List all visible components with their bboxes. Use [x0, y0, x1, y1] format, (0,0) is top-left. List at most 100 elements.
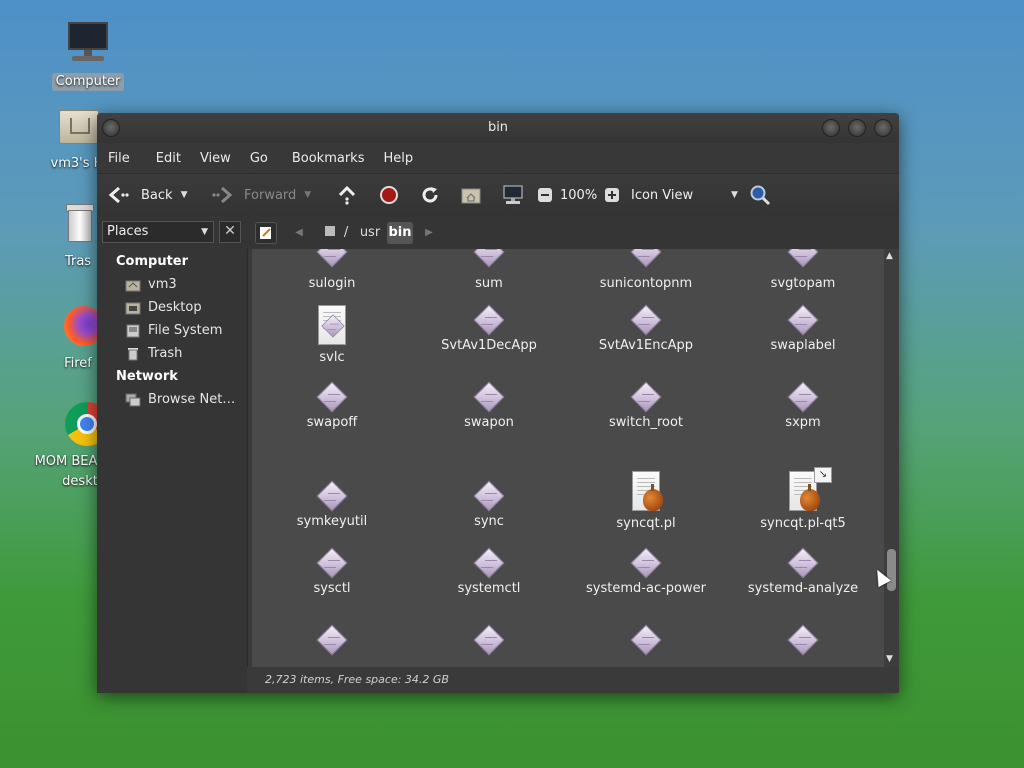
executable-icon — [630, 249, 662, 268]
search-button[interactable] — [749, 174, 771, 216]
firefox-icon — [58, 302, 98, 348]
zoom-out-button[interactable] — [537, 174, 553, 216]
menu-view[interactable]: View — [193, 151, 238, 166]
zoom-in-button[interactable] — [604, 174, 620, 216]
symlink-badge-icon: ↘ — [814, 467, 832, 483]
sidebar-item-desktop[interactable]: Desktop — [125, 300, 202, 315]
path-scroll-right[interactable]: ▶ — [423, 222, 435, 244]
search-icon — [750, 185, 771, 206]
file-item[interactable]: systemctl — [414, 547, 564, 596]
path-bar: ◀ / usr bin ▶ — [247, 216, 899, 249]
home-button[interactable] — [461, 174, 481, 216]
file-item[interactable]: sulogin — [257, 249, 407, 291]
file-item[interactable]: svlc — [257, 305, 407, 365]
desktop-icon-chrome[interactable]: MOM BEA deskt — [34, 400, 98, 490]
file-item[interactable]: systemd-analyze — [728, 547, 878, 596]
maximize-button[interactable] — [848, 119, 866, 137]
scroll-down-icon[interactable]: ▼ — [886, 654, 893, 664]
status-bar: 2,723 items, Free space: 34.2 GB — [247, 667, 899, 693]
sidebar-item-browse-network[interactable]: Browse Net… — [125, 392, 235, 407]
toolbar: Back ▼ Forward ▼ 100% Icon View ▼ — [97, 173, 899, 216]
toggle-location-button[interactable] — [255, 222, 277, 244]
view-mode-select[interactable]: Icon View ▼ — [631, 174, 741, 216]
executable-icon — [787, 381, 819, 413]
zoom-level[interactable]: 100% — [560, 174, 597, 216]
file-item[interactable]: switch_root — [571, 381, 721, 430]
sidebar-item-vm3[interactable]: vm3 — [125, 277, 177, 292]
file-item[interactable]: sync — [414, 471, 564, 529]
menu-help[interactable]: Help — [376, 151, 420, 166]
places-combo[interactable]: Places ▼ — [102, 221, 214, 243]
back-dropdown-icon[interactable]: ▼ — [181, 190, 188, 200]
executable-icon — [787, 249, 819, 268]
file-item[interactable]: swaplabel — [728, 304, 878, 353]
menu-edit[interactable]: Edit — [149, 151, 188, 166]
view-mode-label: Icon View — [631, 187, 694, 203]
desktop-label-line2: deskt — [62, 474, 98, 489]
desktop-icon-computer[interactable]: Computer — [50, 20, 126, 91]
file-item[interactable] — [414, 624, 564, 658]
file-item[interactable]: sxpm — [728, 381, 878, 430]
file-name: systemctl — [457, 581, 521, 596]
reload-icon — [422, 187, 438, 203]
titlebar[interactable]: bin — [97, 113, 899, 143]
computer-button[interactable] — [502, 174, 524, 216]
file-item[interactable]: syncqt.pl — [571, 471, 721, 531]
network-icon — [125, 393, 141, 406]
file-item[interactable] — [571, 624, 721, 658]
executable-icon — [473, 547, 505, 579]
menu-bookmarks[interactable]: Bookmarks — [285, 151, 372, 166]
path-scroll-left[interactable]: ◀ — [293, 222, 305, 244]
file-name: SvtAv1DecApp — [441, 338, 537, 353]
minimize-button[interactable] — [822, 119, 840, 137]
forward-button[interactable]: Forward ▼ — [212, 174, 311, 216]
file-name: systemd-analyze — [747, 581, 859, 596]
executable-icon — [316, 624, 348, 656]
desktop-icon-trash[interactable]: Tras — [58, 200, 98, 270]
file-item[interactable]: swapon — [414, 381, 564, 430]
sidebar-item-label: File System — [148, 323, 223, 338]
file-item[interactable]: svgtopam — [728, 249, 878, 291]
forward-dropdown-icon[interactable]: ▼ — [304, 190, 311, 200]
scrollbar-thumb[interactable] — [887, 549, 896, 591]
back-button[interactable]: Back ▼ — [107, 174, 187, 216]
file-item[interactable]: ↘ syncqt.pl-qt5 — [728, 467, 878, 531]
sidebar-item-label: Trash — [148, 346, 183, 361]
drive-icon — [126, 324, 140, 337]
stop-button[interactable] — [379, 174, 399, 216]
file-item[interactable]: swapoff — [257, 381, 407, 430]
home-folder-icon — [51, 102, 103, 148]
path-crumb-usr[interactable]: usr — [357, 222, 383, 244]
executable-icon — [787, 547, 819, 579]
file-item[interactable]: sysctl — [257, 547, 407, 596]
file-name: symkeyutil — [296, 514, 368, 529]
path-crumb-root[interactable]: / — [317, 222, 355, 244]
file-item[interactable]: SvtAv1DecApp — [414, 304, 564, 353]
file-item[interactable]: systemd-ac-power — [571, 547, 721, 596]
file-item[interactable]: SvtAv1EncApp — [571, 304, 721, 353]
reload-button[interactable] — [420, 174, 440, 216]
path-crumb-bin[interactable]: bin — [387, 222, 413, 244]
scroll-up-icon[interactable]: ▲ — [886, 251, 893, 261]
desktop-icon-firefox[interactable]: Firef — [58, 302, 98, 372]
file-item[interactable]: symkeyutil — [257, 471, 407, 529]
file-manager-window: bin File Edit View Go Bookmarks Help Bac… — [97, 113, 899, 693]
file-name: sxpm — [785, 415, 821, 430]
sidebar-item-file-system[interactable]: File System — [125, 323, 222, 338]
menu-go[interactable]: Go — [243, 151, 275, 166]
file-item[interactable]: sum — [414, 249, 564, 291]
sidebar-close-button[interactable]: ✕ — [219, 221, 241, 243]
file-name: sysctl — [313, 581, 351, 596]
file-item[interactable] — [257, 624, 407, 658]
executable-icon — [316, 381, 348, 413]
home-icon — [125, 280, 141, 291]
executable-icon — [473, 480, 505, 512]
up-button[interactable] — [337, 174, 357, 216]
vertical-scrollbar[interactable]: ▲ ▼ — [884, 249, 899, 667]
sidebar-item-trash[interactable]: Trash — [125, 346, 182, 361]
file-item[interactable] — [728, 624, 878, 658]
file-item[interactable]: sunicontopnm — [571, 249, 721, 291]
desktop-label: Computer — [51, 73, 125, 91]
close-button[interactable] — [874, 119, 892, 137]
menu-file[interactable]: File — [101, 151, 137, 166]
